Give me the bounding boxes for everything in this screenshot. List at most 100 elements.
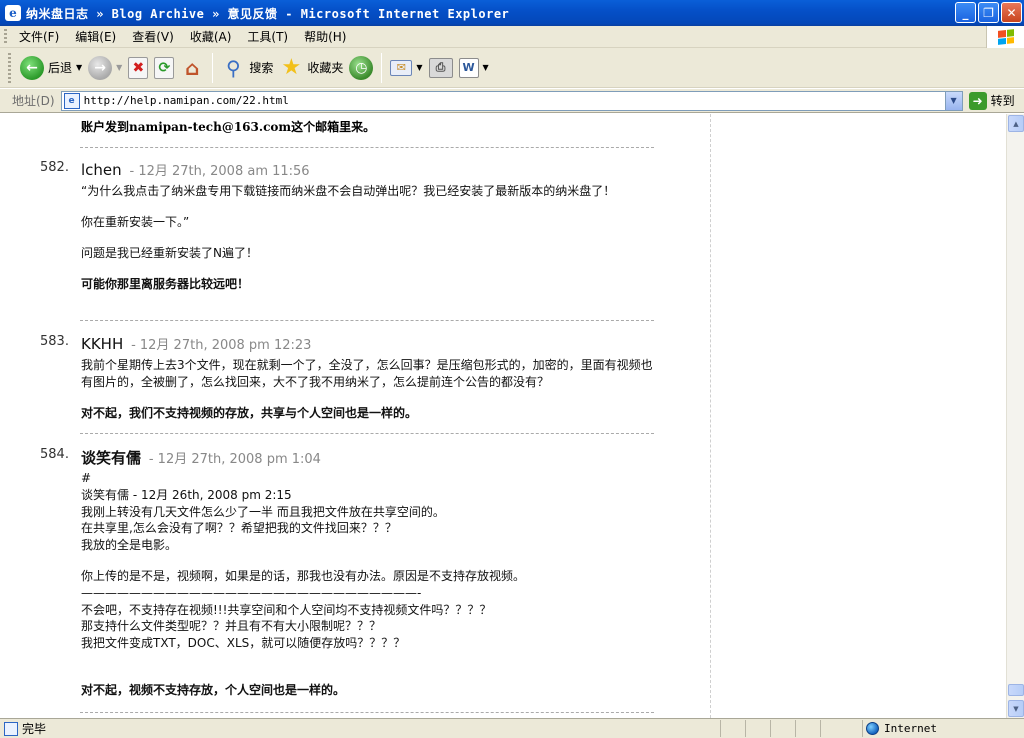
address-bar: 地址(D) e http://help.namipan.com/22.html … xyxy=(0,89,1024,113)
comment-584: 584. 谈笑有儒 - 12月 27th, 2008 pm 1:04 # 谈笑有… xyxy=(40,447,660,707)
title-bar: e 纳米盘日志 » Blog Archive » 意见反馈 - Microsof… xyxy=(0,0,1024,26)
comment-text: 问题是我已经重新安装了N遍了！ xyxy=(81,246,258,260)
search-label: 搜索 xyxy=(249,61,274,75)
back-arrow-icon: ← xyxy=(20,55,44,80)
comment-header: 谈笑有儒 - 12月 27th, 2008 pm 1:04 xyxy=(81,447,321,468)
comment-text: 你上传的是不是，视频啊，如果是的话，那我也没有办法。原因是不支持存放视频。 xyxy=(81,568,526,583)
forward-button[interactable]: → ▼ xyxy=(85,52,125,84)
toolbar-grip[interactable] xyxy=(8,52,11,83)
menu-favorites[interactable]: 收藏(A) xyxy=(182,28,240,45)
address-label: 地址(D) xyxy=(12,94,55,108)
history-button[interactable]: ◷ xyxy=(346,52,376,84)
scroll-down-icon[interactable]: ▼ xyxy=(1008,700,1024,717)
edit-dropdown-icon[interactable]: ▼ xyxy=(483,63,489,72)
menu-edit[interactable]: 编辑(E) xyxy=(67,28,124,45)
star-icon: ★ xyxy=(281,55,302,80)
zone-label: Internet xyxy=(884,722,937,735)
favorites-button[interactable]: ★ 收藏夹 xyxy=(276,52,346,84)
page-content: 账户发到namipan-tech@163.com这个邮箱里来。 582. lch… xyxy=(0,114,1006,718)
window-controls: _ ❐ ✕ xyxy=(955,2,1022,23)
admin-reply: 可能你那里离服务器比较远吧！ xyxy=(81,277,250,291)
ie-window: e 纳米盘日志 » Blog Archive » 意见反馈 - Microsof… xyxy=(0,0,1024,738)
comment-text: # xyxy=(81,471,92,485)
comment-body: 我前个星期传上去3个文件，现在就剩一个了，全没了，怎么回事？是压缩包形式的，加密… xyxy=(81,357,656,436)
comment-meta: - 12月 27th, 2008 pm 1:04 xyxy=(148,452,321,467)
stop-button[interactable]: ✖ xyxy=(125,52,151,84)
standard-toolbar: ← 后退 ▼ → ▼ ✖ ⟳ ⌂ ⚲ 搜索 ★ 收藏夹 ◷ ✉ ▼ ⎙ W ▼ xyxy=(0,48,1024,88)
status-cell xyxy=(770,720,771,737)
scroll-up-icon[interactable]: ▲ xyxy=(1008,115,1024,132)
address-field[interactable]: e http://help.namipan.com/22.html ▼ xyxy=(60,90,963,111)
edit-button[interactable]: W ▼ xyxy=(456,52,492,84)
address-input[interactable]: http://help.namipan.com/22.html xyxy=(84,94,289,107)
status-cell xyxy=(820,720,821,737)
mail-dropdown-icon[interactable]: ▼ xyxy=(416,63,422,72)
comment-body: “为什么我点击了纳米盘专用下载链接而纳米盘不会自动弹出呢？我已经安装了最新版本的… xyxy=(81,183,656,307)
comment-separator-line: ————————————————————————————- xyxy=(81,585,422,600)
refresh-button[interactable]: ⟳ xyxy=(151,52,177,84)
maximize-button[interactable]: ❐ xyxy=(978,2,999,23)
comment-author: 谈笑有儒 xyxy=(81,449,142,467)
comment-text: 谈笑有儒 - 12月 26th, 2008 pm 2:15 xyxy=(81,487,292,502)
history-icon: ◷ xyxy=(349,55,374,80)
menu-help[interactable]: 帮助(H) xyxy=(296,28,354,45)
toolbar-separator xyxy=(381,52,383,83)
back-label: 后退 xyxy=(48,61,73,75)
refresh-icon: ⟳ xyxy=(154,56,175,79)
comment-divider xyxy=(80,320,654,321)
mail-button[interactable]: ✉ ▼ xyxy=(387,52,425,84)
comment-number: 582. xyxy=(40,160,69,175)
menu-file[interactable]: 文件(F) xyxy=(11,28,67,45)
comment-text: 我把文件变成TXT，DOC、XLS，就可以随便存放吗？？？？ xyxy=(81,636,406,651)
ie-icon: e xyxy=(5,5,21,21)
status-cell xyxy=(862,720,863,737)
home-icon: ⌂ xyxy=(185,55,200,80)
home-button[interactable]: ⌂ xyxy=(177,52,207,84)
windows-logo xyxy=(986,26,1024,48)
back-button[interactable]: ← 后退 ▼ xyxy=(17,52,85,84)
menu-bar: 文件(F) 编辑(E) 查看(V) 收藏(A) 工具(T) 帮助(H) xyxy=(0,26,1024,48)
page-icon: e xyxy=(63,92,80,109)
go-button[interactable]: ➜ 转到 xyxy=(968,91,1015,110)
sidebar-divider xyxy=(710,114,711,718)
comment-583: 583. KKHH - 12月 27th, 2008 pm 12:23 我前个星… xyxy=(40,334,660,434)
comment-582: 582. lchen - 12月 27th, 2008 am 11:56 “为什… xyxy=(40,160,660,320)
print-button[interactable]: ⎙ xyxy=(426,52,456,84)
comment-body: # 谈笑有儒 - 12月 26th, 2008 pm 2:15 我刚上转没有几天… xyxy=(81,470,656,699)
search-button[interactable]: ⚲ 搜索 xyxy=(218,52,276,84)
menu-grip[interactable] xyxy=(4,28,7,45)
security-zone: Internet xyxy=(866,719,937,738)
comment-divider xyxy=(80,433,654,434)
comment-author: lchen xyxy=(81,161,122,179)
minimize-button[interactable]: _ xyxy=(955,2,976,23)
status-text: 完毕 xyxy=(22,722,47,736)
comment-number: 583. xyxy=(40,334,69,349)
admin-reply: 对不起，我们不支持视频的存放，共享与个人空间也是一样的。 xyxy=(81,406,418,420)
address-dropdown-icon[interactable]: ▼ xyxy=(944,91,962,110)
comment-header: KKHH - 12月 27th, 2008 pm 12:23 xyxy=(81,334,311,353)
close-button[interactable]: ✕ xyxy=(1001,2,1022,23)
comment-text: 那支持什么文件类型呢？？并且有不有大小限制呢？？？ xyxy=(81,619,382,634)
comment-author: KKHH xyxy=(81,335,124,353)
windows-flag-icon xyxy=(997,29,1014,45)
status-cell xyxy=(745,720,746,737)
menu-tools[interactable]: 工具(T) xyxy=(239,28,296,45)
comment-text: “为什么我点击了纳米盘专用下载链接而纳米盘不会自动弹出呢？我已经安装了最新版本的… xyxy=(81,184,616,198)
comment-header: lchen - 12月 27th, 2008 am 11:56 xyxy=(81,160,310,179)
comment-text: 我刚上转没有几天文件怎么少了一半 而且我把文件放在共享空间的。 xyxy=(81,504,445,519)
comment-meta: - 12月 27th, 2008 am 11:56 xyxy=(129,164,310,179)
back-dropdown-icon[interactable]: ▼ xyxy=(76,63,82,72)
go-label: 转到 xyxy=(990,94,1015,108)
comment-divider xyxy=(80,712,654,713)
globe-icon xyxy=(866,722,879,735)
menu-view[interactable]: 查看(V) xyxy=(124,28,182,45)
status-cell xyxy=(720,720,721,737)
printer-icon: ⎙ xyxy=(428,57,453,78)
scroll-thumb[interactable] xyxy=(1008,684,1024,696)
stop-icon: ✖ xyxy=(128,56,149,79)
window-title: 纳米盘日志 » Blog Archive » 意见反馈 - Microsoft … xyxy=(26,6,510,21)
forward-dropdown-icon[interactable]: ▼ xyxy=(116,63,122,72)
favorites-label: 收藏夹 xyxy=(307,61,344,75)
vertical-scrollbar[interactable]: ▲ ▼ xyxy=(1006,114,1024,718)
go-arrow-icon: ➜ xyxy=(968,91,987,110)
